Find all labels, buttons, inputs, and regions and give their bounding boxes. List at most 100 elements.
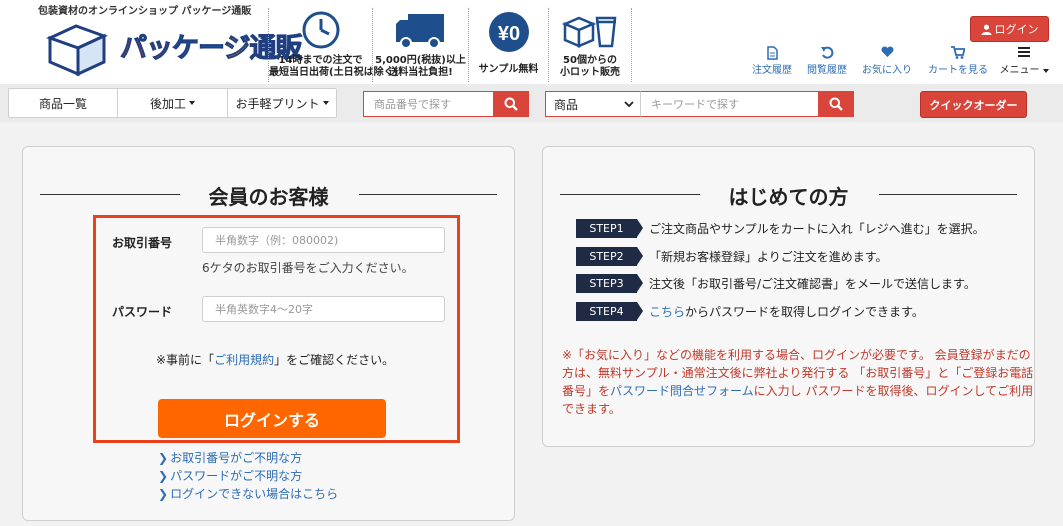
util-label: メニュー <box>999 65 1040 76</box>
step-tag: STEP3 <box>576 274 643 293</box>
logo-part-2: ケー <box>171 33 224 65</box>
link-label: パスワードがご不明な方 <box>170 469 303 483</box>
link-label: ログインできない場合はこちら <box>170 487 339 501</box>
site-tagline: 包装資材のオンラインショップ パッケージ通販 <box>38 6 252 17</box>
nav-easy-print[interactable]: お手軽プリント <box>228 89 336 117</box>
logo-part-3: ジ <box>223 33 251 65</box>
title-rule-right <box>879 194 1017 195</box>
feature-line-2: 送料当社負担! <box>388 67 453 78</box>
forgot-account-number-link[interactable]: ❯ お取引番号がご不明な方 <box>158 449 302 466</box>
chevron-right-icon: ❯ <box>158 487 169 501</box>
link-label: お取引番号がご不明な方 <box>170 451 303 465</box>
menu-icon <box>1018 47 1030 57</box>
clock-icon <box>302 11 339 49</box>
yen-icon: ¥0 <box>488 12 529 52</box>
keyword-search-button[interactable] <box>818 91 854 117</box>
nav-bar: 商品一覧 後加工 お手軽プリント 商品番号で探す 商品 キーワードで探す クイッ… <box>0 84 1063 122</box>
box-cup-icon <box>561 16 617 48</box>
account-number-input[interactable]: 半角数字（例：080002) <box>202 227 445 253</box>
nav-label: 後加工 <box>149 96 186 111</box>
forgot-password-link[interactable]: ❯ パスワードがご不明な方 <box>158 467 302 484</box>
login-button-label: ログイン <box>994 23 1039 36</box>
quick-order-button[interactable]: クイックオーダー <box>920 91 1027 118</box>
feature-line-1: 50個からの <box>563 55 617 66</box>
feature-free-shipping: 5,000円(税抜)以上 送料当社負担! <box>372 8 468 82</box>
step-1: STEP1 ご注文商品やサンプルをカートに入れ「レジへ進む」を選択。 <box>576 219 985 238</box>
step-4: STEP4 こちらからパスワードを取得しログインできます。 <box>576 302 924 321</box>
nav-post-processing[interactable]: 後加工 <box>118 89 228 117</box>
first-time-panel: はじめての方 STEP1 ご注文商品やサンプルをカートに入れ「レジへ進む」を選択。… <box>542 146 1035 447</box>
feature-line-1: 5,000円(税抜)以上 <box>375 55 466 66</box>
login-button[interactable]: ログイン <box>970 16 1049 42</box>
search-icon <box>504 97 518 111</box>
terms-pre: ※事前に「 <box>156 353 215 367</box>
search-icon <box>829 97 843 111</box>
browse-history-link[interactable]: 閲覧履歴 <box>804 46 850 76</box>
product-number-search: 商品番号で探す <box>363 91 529 117</box>
step-text: ご注文商品やサンプルをカートに入れ「レジへ進む」を選択。 <box>649 222 985 236</box>
account-number-hint: 6ケタのお取引番号をご入力ください。 <box>202 261 414 275</box>
step-text-rest: からパスワードを取得しログインできます。 <box>685 305 924 319</box>
heart-icon <box>880 46 894 57</box>
password-input[interactable]: 半角英数字4～20字 <box>202 296 445 322</box>
title-rule-right <box>359 194 497 195</box>
util-label: お気に入り <box>862 65 912 76</box>
category-select[interactable]: 商品 <box>545 91 640 117</box>
login-submit-button[interactable]: ログインする <box>158 399 386 438</box>
password-label: パスワード <box>112 305 173 319</box>
account-number-label: お取引番号 <box>112 236 173 250</box>
step-text: 「新規お客様登録」よりご注文を進めます。 <box>649 250 888 264</box>
main-content: 会員のお客様 お取引番号 半角数字（例：080002) 6ケタのお取引番号をご入… <box>0 122 1063 526</box>
member-title: 会員のお客様 <box>208 185 329 209</box>
box-logo-icon <box>46 24 108 76</box>
history-icon <box>820 46 833 59</box>
cannot-login-link[interactable]: ❯ ログインできない場合はこちら <box>158 485 338 502</box>
feature-free-sample: ¥0 サンプル無料 <box>468 8 548 82</box>
logo-part-1: パッ <box>120 33 174 65</box>
login-required-note: ※「お気に入り」などの機能を利用する場合、ログインが必要です。 会員登録がまだの… <box>562 346 1042 418</box>
view-cart-link[interactable]: カートを見る <box>923 46 993 76</box>
first-time-title: はじめての方 <box>728 185 849 209</box>
yen-amount: ¥0 <box>497 23 519 45</box>
util-label: 閲覧履歴 <box>807 65 847 76</box>
step-2: STEP2 「新規お客様登録」よりご注文を進めます。 <box>576 247 888 266</box>
step-tag: STEP4 <box>576 302 643 321</box>
keyword-input[interactable]: キーワードで探す <box>640 91 818 117</box>
chevron-down-icon <box>624 100 634 107</box>
site-header: 包装資材のオンラインショップ パッケージ通販 パッケージ通販 14時までの注文で… <box>0 0 1063 84</box>
terms-notice: ※事前に「ご利用規約」をご確認ください。 <box>156 351 396 369</box>
menu-button[interactable]: メニュー <box>995 46 1053 76</box>
feature-small-lot: 50個からの 小ロット販売 <box>548 8 632 82</box>
chevron-right-icon: ❯ <box>158 469 169 483</box>
nav-label: 商品一覧 <box>38 96 87 111</box>
login-form-highlight: お取引番号 半角数字（例：080002) 6ケタのお取引番号をご入力ください。 … <box>93 215 460 443</box>
step-tag: STEP2 <box>576 247 643 266</box>
product-number-search-button[interactable] <box>493 91 529 117</box>
feature-line-1: 14時までの注文で <box>278 55 363 66</box>
step-text: こちらからパスワードを取得しログインできます。 <box>649 303 924 320</box>
chevron-down-icon <box>322 101 329 105</box>
order-history-link[interactable]: 注文履歴 <box>749 46 795 76</box>
category-nav: 商品一覧 後加工 お手軽プリント <box>8 88 337 118</box>
cart-icon <box>951 46 966 59</box>
util-label: 注文履歴 <box>752 65 792 76</box>
chevron-right-icon: ❯ <box>158 451 169 465</box>
product-number-input[interactable]: 商品番号で探す <box>363 91 493 117</box>
favorites-link[interactable]: お気に入り <box>858 46 916 76</box>
terms-post: 」をご確認ください。 <box>274 353 395 367</box>
nav-product-list[interactable]: 商品一覧 <box>9 89 118 117</box>
document-icon <box>766 46 778 60</box>
password-inquiry-form-link[interactable]: パスワード問合せフォーム <box>610 384 754 398</box>
member-login-panel: 会員のお客様 お取引番号 半角数字（例：080002) 6ケタのお取引番号をご入… <box>22 146 515 521</box>
chevron-down-icon <box>189 101 195 105</box>
user-icon <box>981 24 991 35</box>
util-label: カートを見る <box>928 65 988 76</box>
truck-icon <box>395 14 444 49</box>
site-logo[interactable]: パッケージ通販 <box>46 16 303 78</box>
chevron-down-icon <box>1042 69 1049 73</box>
password-retrieve-link[interactable]: こちら <box>649 305 685 319</box>
terms-link[interactable]: ご利用規約 <box>214 353 274 367</box>
step-tag: STEP1 <box>576 219 643 238</box>
step-text: 注文後「お取引番号/ご注文確認書」をメールで送信します。 <box>649 277 976 291</box>
keyword-search: 商品 キーワードで探す <box>545 91 854 117</box>
